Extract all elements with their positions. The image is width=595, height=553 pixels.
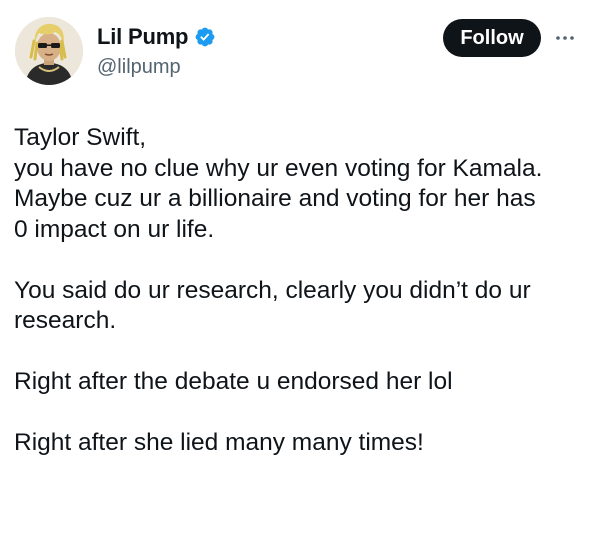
tweet-card: Lil Pump @lilpump Follow Taylor Swift, y… <box>0 0 595 553</box>
tweet-paragraph: Right after the debate u endorsed her lo… <box>14 367 586 398</box>
tweet-paragraph: Right after she lied many many times! <box>14 428 586 459</box>
more-dots-icon <box>556 36 574 40</box>
tweet-paragraph: You said do ur research, clearly you did… <box>14 276 586 337</box>
tweet-line: you have no clue why ur even voting for … <box>14 154 543 182</box>
follow-button[interactable]: Follow <box>443 19 541 57</box>
tweet-paragraph: Taylor Swift, you have no clue why ur ev… <box>14 123 586 245</box>
tweet-text: Taylor Swift, you have no clue why ur ev… <box>14 123 586 459</box>
avatar[interactable] <box>15 17 83 85</box>
verified-badge-icon <box>195 27 215 47</box>
author-name-row: Lil Pump <box>97 24 216 50</box>
tweet-line: Maybe cuz ur a billionaire and voting fo… <box>14 185 536 212</box>
tweet-line: 0 impact on ur life. <box>14 215 215 243</box>
author-handle[interactable]: @lilpump <box>97 55 181 79</box>
avatar-portrait-icon <box>15 17 83 85</box>
more-options-button[interactable] <box>552 28 578 48</box>
tweet-line: Taylor Swift, <box>14 124 147 151</box>
tweet-line: You said do ur research, clearly you did… <box>14 276 531 304</box>
author-display-name[interactable]: Lil Pump <box>97 24 188 50</box>
tweet-line: Right after she lied many many times! <box>14 429 424 456</box>
tweet-line: Right after the debate u endorsed her lo… <box>14 368 453 395</box>
tweet-line: research. <box>14 307 117 334</box>
